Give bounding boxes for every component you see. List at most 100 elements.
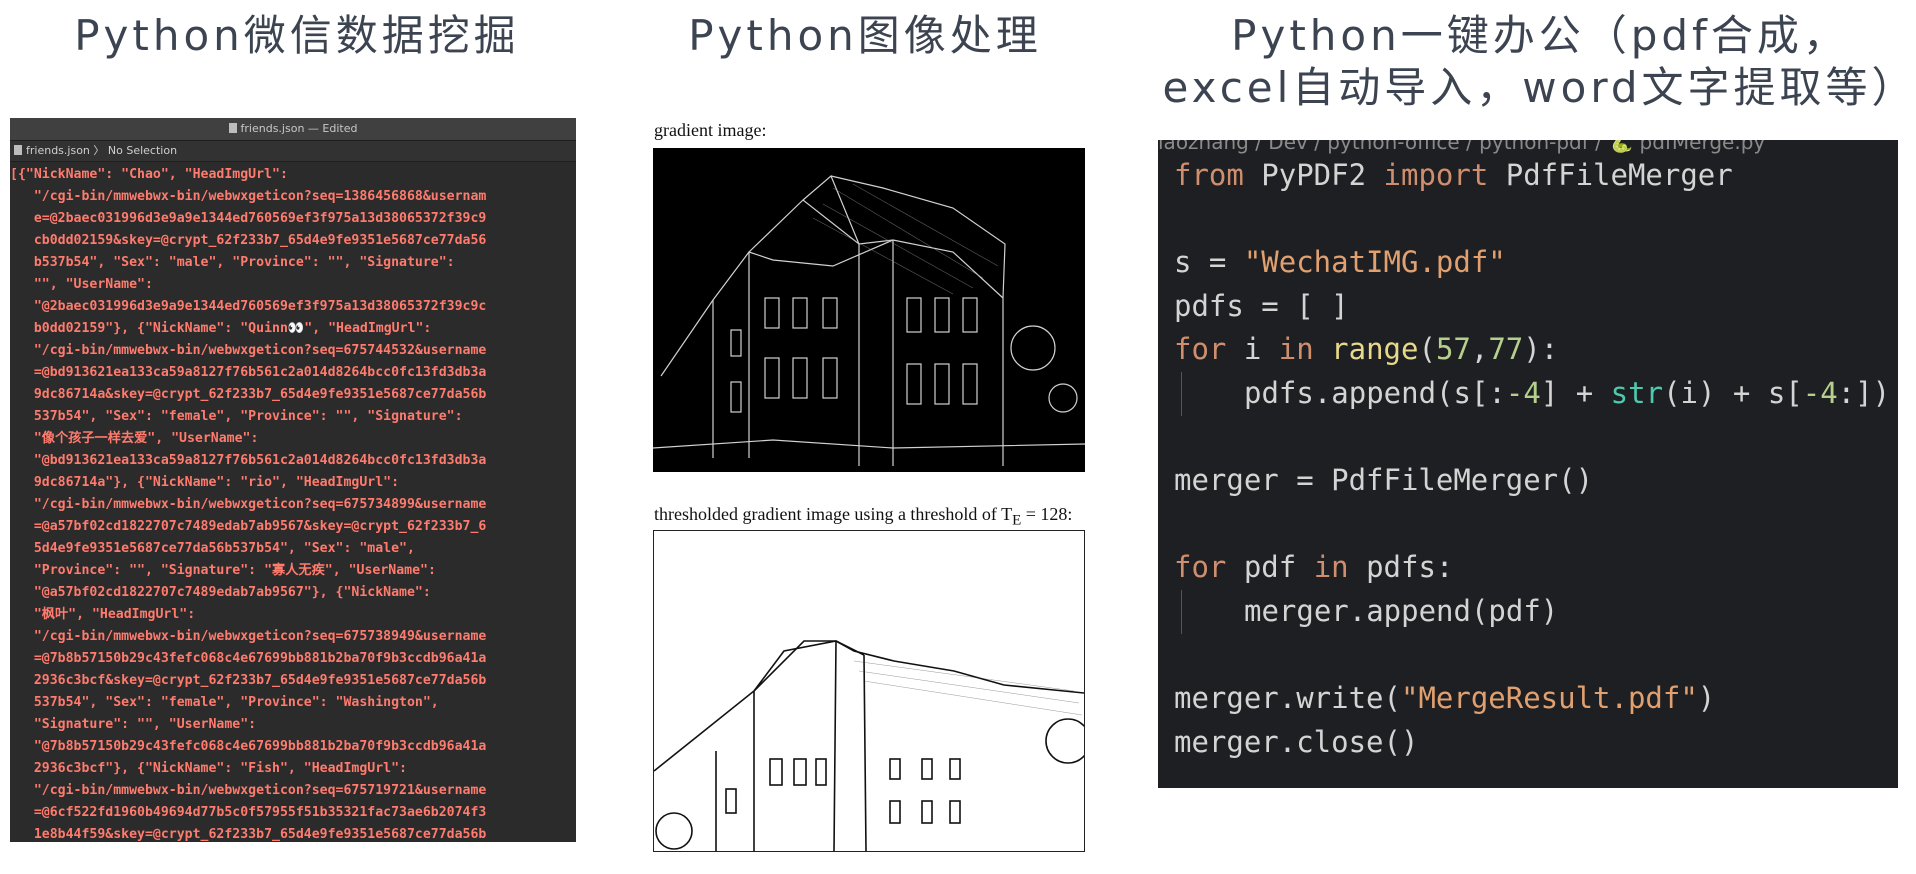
json-editor-window: friends.json — Edited friends.json 〉 No … (10, 118, 576, 842)
code-line-5: for i in range(57,77): (1174, 328, 1890, 372)
heading-office-automation: Python一键办公（pdf合成， excel自动导入，word文字提取等） (1160, 10, 1916, 114)
breadcrumb-separator: 〉 (93, 144, 105, 157)
code-line-6: pdfs.append(s[:-4] + str(i) + s[-4:]) (1174, 371, 1891, 416)
heading-office-line1: Python一键办公（pdf合成， (1231, 11, 1849, 60)
thresholded-gradient-image (653, 530, 1085, 852)
function-name: range (1331, 332, 1419, 367)
keyword: in (1278, 332, 1314, 367)
code-line-11: merger.append(pdf) (1174, 589, 1890, 634)
code-text: pdfs: (1348, 550, 1454, 585)
code-text: s = (1174, 245, 1244, 280)
json-line: 9dc86714a"}, {"NickName": "rio", "HeadIm… (10, 475, 400, 490)
number-literal: -4 (1802, 375, 1838, 410)
code-text: :]) (1837, 375, 1891, 410)
json-line: "@2baec031996d3e9a9e1344ed760569ef3f975a… (10, 299, 487, 314)
file-icon (14, 145, 22, 155)
heading-office-line2: excel自动导入，word文字提取等） (1162, 63, 1916, 112)
code-text: (i) + s[ (1663, 375, 1803, 410)
code-line-10: for pdf in pdfs: (1174, 546, 1890, 590)
number-literal: 57 (1435, 332, 1471, 367)
heading-wechat-mining: Python微信数据挖掘 (74, 11, 520, 60)
json-line: "像个孩子一样去爱", "UserName": (10, 431, 259, 446)
pdf-merge-code-panel: laozhang / Dev / python-office / python-… (1158, 140, 1898, 788)
code-editor[interactable]: from PyPDF2 import PdfFileMerger s = "We… (1174, 154, 1890, 764)
thresholded-label-end: = 128: (1021, 504, 1073, 524)
json-line: 9dc86714a&skey=@crypt_62f233b7_65d4e9fe9… (10, 387, 487, 402)
code-line-13: merger.write("MergeResult.pdf") (1174, 677, 1890, 721)
json-line: =@6cf522fd1960b49694d77b5c0f57955f51b353… (10, 805, 487, 820)
code-line-2-empty (1174, 198, 1890, 242)
code-text: PdfFileMerger (1488, 158, 1733, 192)
code-text: merger.close() (1174, 724, 1419, 759)
keyword: from (1174, 158, 1244, 192)
json-line: "/cgi-bin/mmwebwx-bin/webwxgeticon?seq=1… (10, 189, 487, 204)
code-text: pdf (1226, 550, 1314, 585)
string-literal: "MergeResult.pdf" (1400, 681, 1698, 716)
code-text: pdfs.append(s[: (1244, 375, 1506, 410)
json-line: "Signature": "", "UserName": (10, 717, 257, 732)
code-line-7-empty (1174, 416, 1890, 460)
code-line-14: merger.close() (1174, 721, 1890, 765)
code-text: merger.append(pdf) (1244, 593, 1559, 628)
heading-image-processing: Python图像处理 (688, 11, 1042, 60)
keyword: import (1383, 158, 1489, 192)
json-line: 1e8b44f59&skey=@crypt_62f233b7_65d4e9fe9… (10, 827, 487, 842)
indent-guide (1181, 589, 1182, 634)
gradient-image-label: gradient image: (654, 120, 767, 140)
json-code-area[interactable]: [{"NickName": "Chao", "HeadImgUrl": "/cg… (10, 162, 576, 842)
json-line: "/cgi-bin/mmwebwx-bin/webwxgeticon?seq=6… (10, 497, 487, 512)
code-text: pdfs = [ ] (1174, 288, 1349, 323)
thresholded-image-label: thresholded gradient image using a thres… (654, 504, 1072, 530)
code-text: ): (1523, 332, 1559, 367)
json-line: "", "UserName": (10, 277, 153, 292)
json-line: 5d4e9fe9351e5687ce77da56b537b54", "Sex":… (10, 541, 415, 556)
string-literal: "WechatIMG.pdf" (1243, 245, 1506, 280)
code-text: merger.write( (1174, 681, 1401, 716)
thresholded-label-text: thresholded gradient image using a thres… (654, 504, 1013, 524)
json-line: 2936c3bcf&skey=@crypt_62f233b7_65d4e9fe9… (10, 673, 487, 688)
code-text: ) (1697, 681, 1716, 716)
number-literal: -4 (1505, 375, 1541, 410)
json-line: 2936c3bcf"}, {"NickName": "Fish", "HeadI… (10, 761, 407, 776)
breadcrumb-file[interactable]: friends.json (26, 144, 90, 157)
code-text: ( (1418, 332, 1436, 367)
code-line-9-empty (1174, 503, 1890, 547)
json-line: 537b54", "Sex": "female", "Province": ""… (10, 409, 463, 424)
json-line: =@bd913621ea133ca59a8127f76b561c2a014d82… (10, 365, 487, 380)
json-line: "@bd913621ea133ca59a8127f76b561c2a014d82… (10, 453, 487, 468)
json-line: e=@2baec031996d3e9a9e1344ed760569ef3f975… (10, 211, 487, 226)
json-line: "Province": "", "Signature": "寡人无疾", "Us… (10, 563, 436, 578)
number-literal: 77 (1488, 332, 1524, 367)
builtin-name: str (1610, 375, 1664, 410)
code-text: merger = PdfFileMerger() (1174, 463, 1594, 498)
gradient-image (653, 148, 1085, 472)
editor-window-title: friends.json — Edited (240, 122, 358, 135)
code-text: , (1470, 332, 1489, 367)
code-line-4: pdfs = [ ] (1174, 285, 1890, 329)
json-line: "/cgi-bin/mmwebwx-bin/webwxgeticon?seq=6… (10, 629, 487, 644)
code-text: PyPDF2 (1243, 158, 1384, 192)
json-line: b537b54", "Sex": "male", "Province": "",… (10, 255, 455, 270)
keyword: in (1313, 550, 1349, 585)
indent-guide (1181, 371, 1182, 416)
editor-title-bar: friends.json — Edited (10, 118, 576, 141)
code-line-3: s = "WechatIMG.pdf" (1174, 241, 1890, 285)
json-line: cb0dd02159&skey=@crypt_62f233b7_65d4e9fe… (10, 233, 487, 248)
code-text: i (1226, 332, 1279, 367)
breadcrumb-selection[interactable]: No Selection (108, 144, 177, 157)
code-text: ] + (1540, 375, 1611, 410)
json-line: b0dd02159"}, {"NickName": "Quinn👀", "Hea… (10, 321, 432, 336)
json-line: "枫叶", "HeadImgUrl": (10, 607, 196, 622)
file-path-breadcrumb[interactable]: laozhang / Dev / python-office / python-… (1158, 140, 1765, 154)
document-icon (228, 123, 237, 133)
json-line: 537b54", "Sex": "female", "Province": "W… (10, 695, 439, 710)
json-line: =@a57bf02cd1822707c7489edab7ab9567&skey=… (10, 519, 487, 534)
keyword: for (1174, 550, 1227, 585)
json-line: "/cgi-bin/mmwebwx-bin/webwxgeticon?seq=6… (10, 783, 487, 798)
json-line: [{"NickName": "Chao", "HeadImgUrl": (10, 167, 288, 182)
editor-breadcrumb[interactable]: friends.json 〉 No Selection (10, 141, 576, 162)
json-line: "/cgi-bin/mmwebwx-bin/webwxgeticon?seq=6… (10, 343, 487, 358)
code-line-8: merger = PdfFileMerger() (1174, 459, 1890, 503)
code-line-1: from PyPDF2 import PdfFileMerger (1174, 154, 1890, 198)
